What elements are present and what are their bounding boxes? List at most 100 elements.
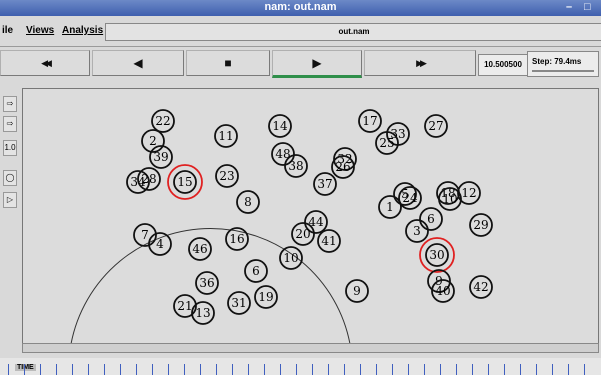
node-39[interactable]: 39 — [149, 145, 173, 169]
play-button[interactable]: ▶ — [272, 50, 362, 78]
node-label: 28 — [141, 172, 156, 186]
node-label: 36 — [199, 276, 214, 290]
timeline[interactable]: TIME — [0, 358, 601, 375]
timeline-tick — [152, 364, 153, 375]
file-field: out.nam — [105, 23, 601, 41]
timeline-label: TIME — [15, 364, 36, 371]
timeline-tick — [168, 364, 169, 375]
step-control[interactable]: Step: 79.4ms — [527, 51, 599, 77]
zoom-out-icon[interactable]: ⇨ — [3, 116, 17, 132]
node-label: 13 — [195, 306, 210, 320]
timeline-tick — [520, 364, 521, 375]
node-38[interactable]: 38 — [284, 154, 308, 178]
step-label: Step: 79.4ms — [532, 57, 582, 66]
time-display: 10.500500 — [478, 54, 528, 76]
node-31[interactable]: 31 — [227, 291, 251, 315]
node-30[interactable]: 30 — [419, 237, 455, 273]
timeline-tick — [120, 364, 121, 375]
arrow-tool-icon[interactable]: ▷ — [3, 192, 17, 208]
back-icon: ◀ — [133, 56, 143, 70]
node-label: 12 — [461, 186, 476, 200]
timeline-tick — [328, 364, 329, 375]
node-26[interactable]: 26 — [331, 155, 355, 179]
node-11[interactable]: 11 — [214, 124, 238, 148]
node-label: 11 — [218, 129, 233, 143]
node-label: 40 — [435, 284, 450, 298]
node-label: 15 — [177, 175, 192, 189]
timeline-tick — [24, 364, 25, 375]
node-label: 42 — [473, 280, 488, 294]
timeline-tick — [8, 364, 9, 375]
timeline-tick — [296, 364, 297, 375]
node-label: 22 — [155, 114, 170, 128]
node-3[interactable]: 3 — [405, 219, 429, 243]
node-37[interactable]: 37 — [313, 172, 337, 196]
node-20[interactable]: 20 — [291, 222, 315, 246]
stop-icon: ■ — [224, 56, 232, 70]
node-17[interactable]: 17 — [358, 109, 382, 133]
node-label: 3 — [413, 224, 421, 238]
timeline-tick — [456, 364, 457, 375]
node-22[interactable]: 22 — [151, 109, 175, 133]
minimize-icon[interactable]: – — [566, 1, 572, 13]
rewind-icon: ◀◀ — [41, 57, 52, 68]
node-label: 6 — [427, 212, 435, 226]
zoom-level-icon[interactable]: 1.0 — [3, 140, 17, 156]
node-12[interactable]: 12 — [457, 181, 481, 205]
timeline-tick — [472, 364, 473, 375]
node-1[interactable]: 1 — [378, 195, 402, 219]
timeline-tick — [72, 364, 73, 375]
node-16[interactable]: 16 — [225, 227, 249, 251]
step-slider[interactable] — [532, 70, 594, 72]
node-label: 46 — [192, 242, 207, 256]
node-6[interactable]: 6 — [419, 207, 443, 231]
node-19[interactable]: 19 — [254, 285, 278, 309]
timeline-tick — [344, 364, 345, 375]
node-label: 20 — [295, 227, 310, 241]
network-canvas[interactable]: 22 2 39 34 28 15 11 23 8 14 48 38 37 32 26 17 33 25 27 1 5 24… — [22, 88, 599, 345]
node-9[interactable]: 9 — [345, 279, 369, 303]
timeline-tick — [136, 364, 137, 375]
node-42[interactable]: 42 — [469, 275, 493, 299]
timeline-tick — [552, 364, 553, 375]
node-13[interactable]: 13 — [191, 301, 215, 325]
timeline-tick — [88, 364, 89, 375]
timeline-tick — [232, 364, 233, 375]
timeline-tick — [104, 364, 105, 375]
node-41[interactable]: 41 — [317, 229, 341, 253]
timeline-tick — [280, 364, 281, 375]
play-icon: ▶ — [312, 56, 322, 70]
node-25[interactable]: 25 — [375, 131, 399, 155]
maximize-icon[interactable]: □ — [584, 1, 591, 13]
circle-tool-icon[interactable]: ◯ — [3, 170, 17, 186]
node-28[interactable]: 28 — [137, 167, 161, 191]
rewind-button[interactable]: ◀◀ — [0, 50, 90, 76]
node-27[interactable]: 27 — [424, 114, 448, 138]
node-36[interactable]: 36 — [195, 271, 219, 295]
node-label: 38 — [288, 159, 303, 173]
node-label: 10 — [283, 251, 298, 265]
stop-button[interactable]: ■ — [186, 50, 270, 76]
node-24[interactable]: 24 — [398, 186, 422, 210]
node-8[interactable]: 8 — [236, 190, 260, 214]
node-label: 30 — [429, 248, 444, 262]
horizontal-scrollbar[interactable] — [22, 343, 599, 353]
node-15[interactable]: 15 — [167, 164, 203, 200]
node-23[interactable]: 23 — [215, 164, 239, 188]
node-29[interactable]: 29 — [469, 213, 493, 237]
menu-views[interactable]: Views — [26, 25, 54, 36]
node-label: 10 — [442, 192, 457, 206]
node-14[interactable]: 14 — [268, 114, 292, 138]
menu-analysis[interactable]: Analysis — [62, 25, 103, 36]
zoom-in-icon[interactable]: ⇨ — [3, 96, 17, 112]
back-button[interactable]: ◀ — [92, 50, 184, 76]
left-toolbar: ⇨ ⇨ 1.0 ◯ ▷ — [0, 88, 18, 338]
node-10[interactable]: 10 — [279, 246, 303, 270]
node-40[interactable]: 40 — [431, 279, 455, 303]
menu-file[interactable]: ile — [2, 25, 13, 36]
title-bar: nam: out.nam – □ — [0, 0, 601, 16]
node-46[interactable]: 46 — [188, 237, 212, 261]
node-6[interactable]: 6 — [244, 259, 268, 283]
window-title: nam: out.nam — [264, 1, 337, 13]
fast-forward-button[interactable]: ▶▶ — [364, 50, 476, 76]
